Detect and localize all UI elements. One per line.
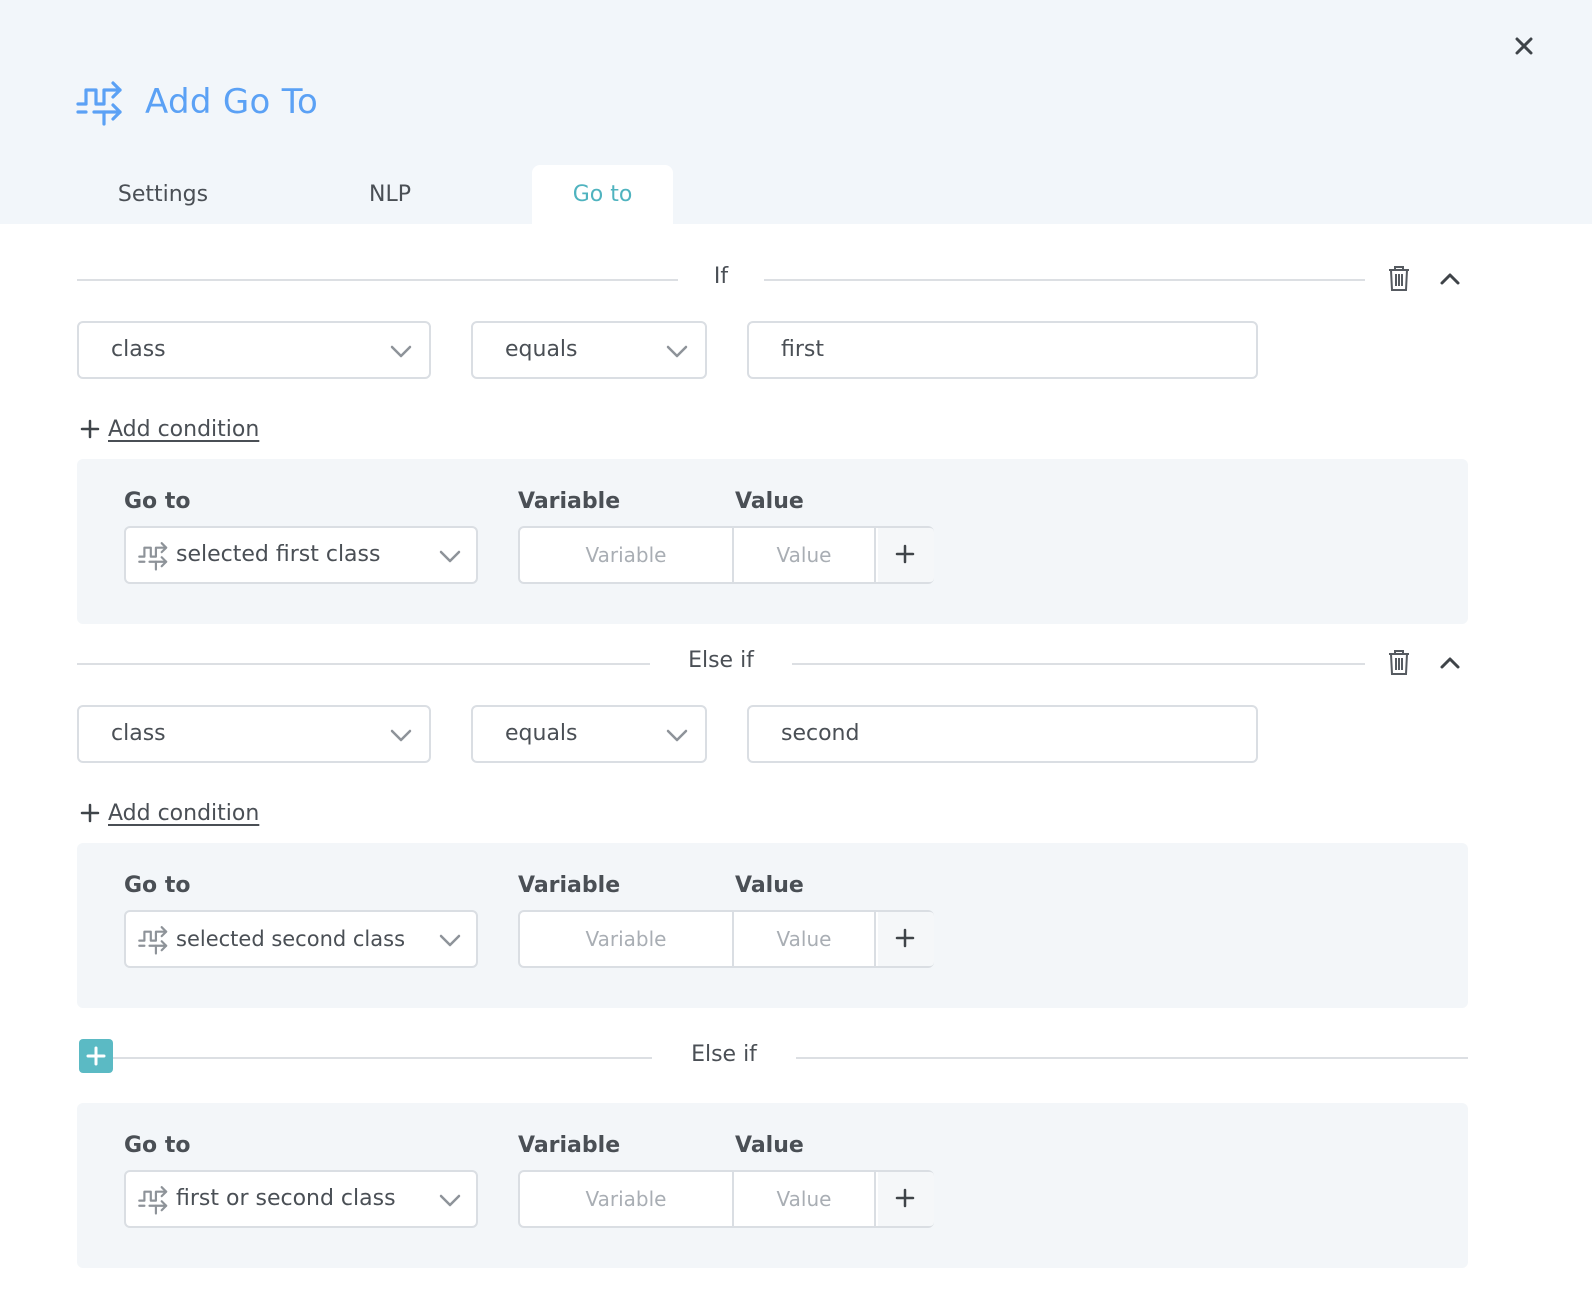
plus-icon xyxy=(80,803,100,823)
trash-icon xyxy=(1389,650,1409,675)
add-variable-button[interactable] xyxy=(878,912,934,966)
condition-value-input[interactable]: second xyxy=(747,705,1258,763)
goto-target-value: first or second class xyxy=(176,1186,396,1211)
value-input[interactable] xyxy=(734,1172,876,1226)
goto-arrows-icon xyxy=(76,81,122,126)
add-condition-label: Add condition xyxy=(108,800,260,826)
variable-value-group xyxy=(518,910,934,968)
goto-target-value: selected first class xyxy=(176,542,381,567)
section-divider xyxy=(77,279,678,281)
collapse-block-button[interactable] xyxy=(1435,647,1465,677)
condition-field-select[interactable]: class xyxy=(77,321,431,379)
section-label-else-if: Else if xyxy=(688,648,754,673)
condition-operator-select[interactable]: equals xyxy=(471,321,707,379)
close-button[interactable] xyxy=(1508,30,1540,62)
tab-nlp[interactable]: NLP xyxy=(320,165,460,224)
variable-label: Variable xyxy=(518,489,621,514)
condition-operator-value: equals xyxy=(505,721,578,746)
plus-icon xyxy=(895,928,915,948)
add-variable-button[interactable] xyxy=(878,528,934,582)
condition-field-select[interactable]: class xyxy=(77,705,431,763)
section-divider xyxy=(764,279,1365,281)
goto-arrows-icon xyxy=(138,1186,168,1215)
chevron-up-icon xyxy=(1440,273,1460,285)
condition-operator-select[interactable]: equals xyxy=(471,705,707,763)
value-input[interactable] xyxy=(734,912,876,966)
value-label: Value xyxy=(735,489,804,514)
section-divider xyxy=(792,663,1365,665)
add-else-if-button[interactable] xyxy=(79,1039,113,1073)
chevron-down-icon xyxy=(439,1194,461,1207)
goto-panel: Go to Variable Value first or second cla… xyxy=(77,1103,1468,1268)
chevron-down-icon xyxy=(666,729,688,742)
goto-label: Go to xyxy=(124,1133,191,1158)
value-label: Value xyxy=(735,873,804,898)
section-divider xyxy=(77,663,650,665)
variable-value-group xyxy=(518,526,934,584)
add-variable-button[interactable] xyxy=(878,1172,934,1226)
goto-panel: Go to Variable Value selected second cla… xyxy=(77,843,1468,1008)
collapse-block-button[interactable] xyxy=(1435,263,1465,293)
value-input[interactable] xyxy=(734,528,876,582)
chevron-down-icon xyxy=(390,345,412,358)
variable-input[interactable] xyxy=(520,1172,734,1226)
condition-value-text: second xyxy=(781,721,860,746)
condition-value-text: first xyxy=(781,337,824,362)
variable-label: Variable xyxy=(518,873,621,898)
plus-icon xyxy=(895,544,915,564)
value-label: Value xyxy=(735,1133,804,1158)
goto-target-select[interactable]: selected second class xyxy=(124,910,478,968)
goto-label: Go to xyxy=(124,489,191,514)
variable-input[interactable] xyxy=(520,528,734,582)
condition-field-value: class xyxy=(111,337,166,362)
variable-input[interactable] xyxy=(520,912,734,966)
section-divider xyxy=(113,1057,652,1059)
trash-icon xyxy=(1389,266,1409,291)
tab-settings[interactable]: Settings xyxy=(92,165,234,224)
plus-icon xyxy=(80,419,100,439)
goto-target-select[interactable]: first or second class xyxy=(124,1170,478,1228)
delete-block-button[interactable] xyxy=(1384,647,1414,677)
delete-block-button[interactable] xyxy=(1384,263,1414,293)
plus-icon xyxy=(895,1188,915,1208)
goto-panel: Go to Variable Value selected first clas… xyxy=(77,459,1468,624)
variable-value-group xyxy=(518,1170,934,1228)
dialog-header: Add Go To Settings NLP Go to xyxy=(0,0,1592,224)
section-divider xyxy=(796,1057,1468,1059)
chevron-down-icon xyxy=(439,550,461,563)
goto-target-value: selected second class xyxy=(176,927,406,951)
condition-value-input[interactable]: first xyxy=(747,321,1258,379)
chevron-down-icon xyxy=(390,729,412,742)
dialog-title: Add Go To xyxy=(145,82,319,122)
chevron-up-icon xyxy=(1440,657,1460,669)
goto-target-select[interactable]: selected first class xyxy=(124,526,478,584)
chevron-down-icon xyxy=(439,934,461,947)
condition-field-value: class xyxy=(111,721,166,746)
tab-go-to[interactable]: Go to xyxy=(532,165,673,224)
add-condition-label: Add condition xyxy=(108,416,260,442)
add-condition-link[interactable]: Add condition xyxy=(80,798,259,828)
variable-label: Variable xyxy=(518,1133,621,1158)
chevron-down-icon xyxy=(666,345,688,358)
section-label-else-if: Else if xyxy=(691,1042,757,1067)
goto-arrows-icon xyxy=(138,926,168,955)
section-label-if: If xyxy=(713,264,729,289)
plus-icon xyxy=(86,1046,106,1066)
condition-operator-value: equals xyxy=(505,337,578,362)
close-icon xyxy=(1515,37,1533,55)
goto-label: Go to xyxy=(124,873,191,898)
add-condition-link[interactable]: Add condition xyxy=(80,414,259,444)
goto-arrows-icon xyxy=(138,542,168,571)
